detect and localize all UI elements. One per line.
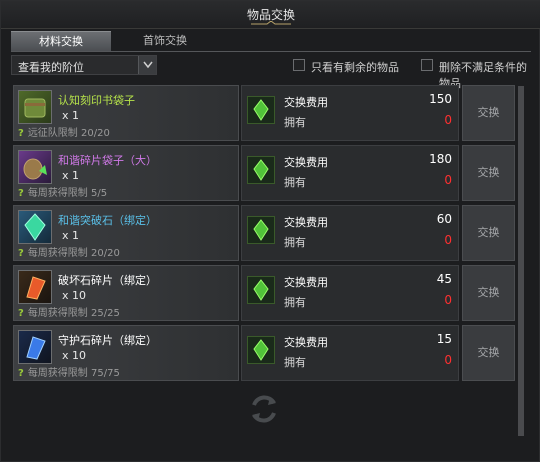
limit-text: 每周获得限制 20/20	[27, 248, 120, 259]
item-quantity: x 1	[62, 169, 80, 182]
exchange-button[interactable]: 交换	[462, 85, 515, 141]
help-icon: ?	[18, 128, 24, 139]
item-name: 破坏石碎片（绑定）	[58, 274, 157, 287]
cost-panel: 交换费用 拥有 180 0	[241, 145, 459, 201]
limit-text: 远征队限制 20/20	[27, 128, 110, 139]
scrollbar[interactable]	[518, 86, 524, 436]
cost-value: 180	[429, 152, 452, 166]
cost-value: 60	[436, 212, 452, 226]
item-limit: ? 每周获得限制 5/5	[18, 184, 107, 199]
chevron-down-icon[interactable]	[138, 56, 156, 74]
only-remaining-label: 只看有剩余的物品	[311, 61, 399, 74]
cost-label: 交换费用	[284, 216, 328, 229]
limit-text: 每周获得限制 75/75	[27, 368, 120, 379]
item-info: 和谐突破石（绑定） x 1 ? 每周获得限制 20/20	[13, 205, 239, 261]
owned-value: 0	[444, 293, 452, 307]
list-item: 和谐突破石（绑定） x 1 ? 每周获得限制 20/20 交换费用 拥有 60 0…	[13, 205, 515, 261]
exchange-button[interactable]: 交换	[462, 145, 515, 201]
list-item: 和谐碎片袋子（大） x 1 ? 每周获得限制 5/5 交换费用 拥有 180 0 …	[13, 145, 515, 201]
owned-label: 拥有	[284, 296, 306, 309]
exchange-list: 认知刻印书袋子 x 1 ? 远征队限制 20/20 交换费用 拥有 150 0 交…	[11, 81, 531, 437]
list-item: 认知刻印书袋子 x 1 ? 远征队限制 20/20 交换费用 拥有 150 0 交…	[13, 85, 515, 141]
owned-value: 0	[444, 173, 452, 187]
exchange-window: 物品交换 材料交换 首饰交换 查看我的阶位 只看有剩余的物品 删除不满足条件的物…	[0, 0, 540, 462]
hide-unmet-checkbox[interactable]	[421, 59, 433, 71]
item-quantity: x 10	[62, 349, 87, 362]
cost-value: 150	[429, 92, 452, 106]
item-name: 守护石碎片（绑定）	[58, 334, 157, 347]
item-limit: ? 每周获得限制 75/75	[18, 364, 120, 379]
help-icon: ?	[18, 248, 24, 259]
help-icon: ?	[18, 308, 24, 319]
shard-bag-icon	[18, 150, 52, 184]
tier-select[interactable]: 查看我的阶位	[11, 55, 157, 75]
cost-label: 交换费用	[284, 276, 328, 289]
item-name: 认知刻印书袋子	[58, 94, 135, 107]
scrollbar-thumb[interactable]	[518, 86, 524, 436]
item-limit: ? 每周获得限制 25/25	[18, 304, 120, 319]
item-info: 守护石碎片（绑定） x 10 ? 每周获得限制 75/75	[13, 325, 239, 381]
green-bag-icon	[18, 90, 52, 124]
tab-material-exchange[interactable]: 材料交换	[11, 31, 111, 51]
item-limit: ? 远征队限制 20/20	[18, 124, 110, 139]
guardian-stone-icon	[18, 330, 52, 364]
tier-select-value: 查看我的阶位	[18, 61, 84, 74]
green-crystal-icon	[247, 336, 275, 364]
item-name: 和谐碎片袋子（大）	[58, 154, 157, 167]
owned-value: 0	[444, 113, 452, 127]
cost-label: 交换费用	[284, 96, 328, 109]
item-info: 和谐碎片袋子（大） x 1 ? 每周获得限制 5/5	[13, 145, 239, 201]
tab-divider	[11, 51, 531, 52]
destruction-stone-icon	[18, 270, 52, 304]
cost-label: 交换费用	[284, 156, 328, 169]
breakthrough-stone-icon	[18, 210, 52, 244]
owned-label: 拥有	[284, 176, 306, 189]
only-remaining-checkbox[interactable]	[293, 59, 305, 71]
item-info: 破坏石碎片（绑定） x 10 ? 每周获得限制 25/25	[13, 265, 239, 321]
exchange-button[interactable]: 交换	[462, 265, 515, 321]
cost-panel: 交换费用 拥有 15 0	[241, 325, 459, 381]
owned-label: 拥有	[284, 236, 306, 249]
help-icon: ?	[18, 188, 24, 199]
cost-value: 15	[436, 332, 452, 346]
item-info: 认知刻印书袋子 x 1 ? 远征队限制 20/20	[13, 85, 239, 141]
item-name: 和谐突破石（绑定）	[58, 214, 157, 227]
title-bar: 物品交换	[1, 1, 540, 29]
cost-panel: 交换费用 拥有 45 0	[241, 265, 459, 321]
green-crystal-icon	[247, 276, 275, 304]
cost-panel: 交换费用 拥有 60 0	[241, 205, 459, 261]
tab-accessory-exchange[interactable]: 首饰交换	[115, 31, 215, 51]
help-icon: ?	[18, 368, 24, 379]
cost-value: 45	[436, 272, 452, 286]
green-crystal-icon	[247, 216, 275, 244]
green-crystal-icon	[247, 96, 275, 124]
owned-label: 拥有	[284, 116, 306, 129]
owned-label: 拥有	[284, 356, 306, 369]
item-limit: ? 每周获得限制 20/20	[18, 244, 120, 259]
title-ornament-icon	[251, 21, 291, 25]
exchange-button[interactable]: 交换	[462, 205, 515, 261]
item-quantity: x 1	[62, 109, 80, 122]
list-item: 破坏石碎片（绑定） x 10 ? 每周获得限制 25/25 交换费用 拥有 45 …	[13, 265, 515, 321]
item-quantity: x 1	[62, 229, 80, 242]
cost-label: 交换费用	[284, 336, 328, 349]
list-item: 守护石碎片（绑定） x 10 ? 每周获得限制 75/75 交换费用 拥有 15 …	[13, 325, 515, 381]
green-crystal-icon	[247, 156, 275, 184]
refresh-icon	[252, 395, 276, 423]
owned-value: 0	[444, 353, 452, 367]
limit-text: 每周获得限制 25/25	[27, 308, 120, 319]
cost-panel: 交换费用 拥有 150 0	[241, 85, 459, 141]
limit-text: 每周获得限制 5/5	[27, 188, 108, 199]
owned-value: 0	[444, 233, 452, 247]
filter-bar: 查看我的阶位 只看有剩余的物品 删除不满足条件的物品	[11, 55, 531, 90]
item-quantity: x 10	[62, 289, 87, 302]
exchange-button[interactable]: 交换	[462, 325, 515, 381]
